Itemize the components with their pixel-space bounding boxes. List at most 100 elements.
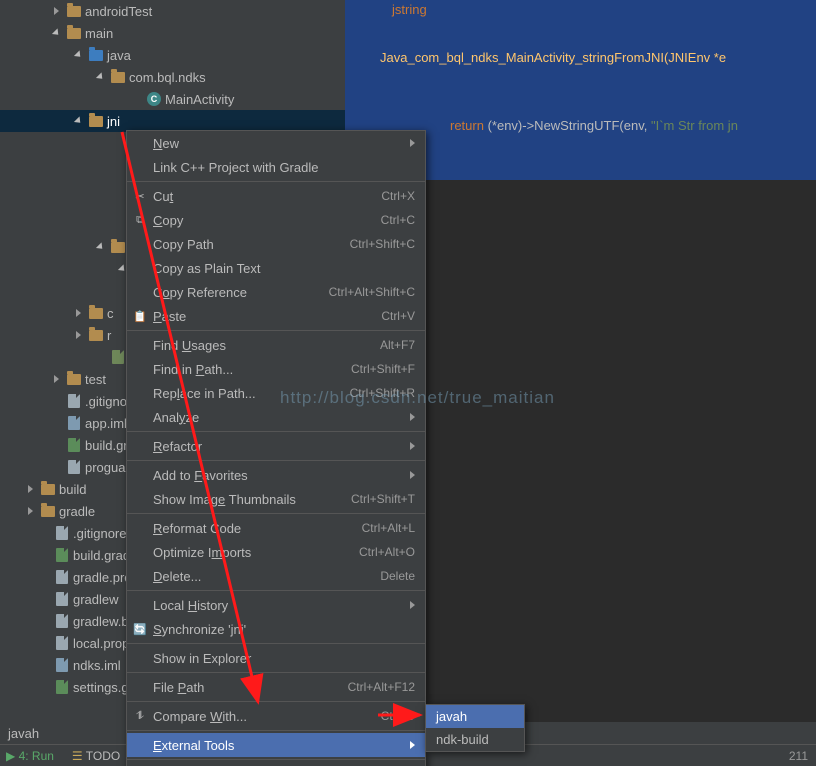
menu-item-local-history[interactable]: Local History bbox=[127, 593, 425, 617]
watermark: http://blog.csdn.net/true_maitian bbox=[280, 388, 555, 408]
menu-item-refactor[interactable]: Refactor bbox=[127, 434, 425, 458]
chevron-down-icon[interactable] bbox=[74, 116, 83, 125]
menu-item-paste[interactable]: 📋PasteCtrl+V bbox=[127, 304, 425, 328]
menu-item-find-in-path[interactable]: Find in Path...Ctrl+Shift+F bbox=[127, 357, 425, 381]
menu-shortcut: Ctrl+C bbox=[381, 213, 415, 227]
menu-item-file-path[interactable]: File PathCtrl+Alt+F12 bbox=[127, 675, 425, 699]
tree-item-label: app.iml bbox=[85, 416, 127, 431]
menu-icon: ⧉ bbox=[132, 212, 148, 228]
menu-item-external-tools[interactable]: External Tools bbox=[127, 733, 425, 757]
gr-icon bbox=[55, 548, 69, 562]
tree-item-java[interactable]: java bbox=[0, 44, 345, 66]
menu-label: Reformat Code bbox=[153, 521, 362, 536]
chevron-down-icon[interactable] bbox=[74, 50, 83, 59]
tree-item-main[interactable]: main bbox=[0, 22, 345, 44]
menu-label: New bbox=[153, 136, 406, 151]
menu-item-find-usages[interactable]: Find UsagesAlt+F7 bbox=[127, 333, 425, 357]
menu-item-add-to-favorites[interactable]: Add to Favorites bbox=[127, 463, 425, 487]
menu-icon: 📋 bbox=[132, 308, 148, 324]
tree-item-label: progua bbox=[85, 460, 125, 475]
menu-item-analyze[interactable]: Analyze bbox=[127, 405, 425, 429]
menu-item-copy[interactable]: ⧉CopyCtrl+C bbox=[127, 208, 425, 232]
tree-item-label: jni bbox=[107, 114, 120, 129]
tree-item-label: androidTest bbox=[85, 4, 152, 19]
chevron-right-icon[interactable] bbox=[28, 507, 33, 515]
class-icon: C bbox=[147, 92, 161, 106]
menu-shortcut: Ctrl+Shift+C bbox=[350, 237, 415, 251]
tree-item-label: c bbox=[107, 306, 114, 321]
chevron-down-icon[interactable] bbox=[96, 242, 105, 251]
tree-item-MainActivity[interactable]: CMainActivity bbox=[0, 88, 345, 110]
submenu-arrow-icon bbox=[410, 471, 415, 479]
tree-item-label: .gitignore bbox=[73, 526, 126, 541]
menu-item-copy-reference[interactable]: Copy ReferenceCtrl+Alt+Shift+C bbox=[127, 280, 425, 304]
menu-item-compare-with[interactable]: ⥮Compare With...Ctrl+D bbox=[127, 704, 425, 728]
menu-label: Show in Explorer bbox=[153, 651, 415, 666]
context-submenu[interactable]: javahndk-build bbox=[425, 704, 525, 752]
file-icon bbox=[67, 460, 81, 474]
menu-item-copy-path[interactable]: Copy PathCtrl+Shift+C bbox=[127, 232, 425, 256]
menu-label: File Path bbox=[153, 680, 348, 695]
tree-item-label: main bbox=[85, 26, 113, 41]
context-menu[interactable]: New Link C++ Project with Gradle ✂CutCtrl+… bbox=[126, 130, 426, 766]
tree-item-label: build bbox=[59, 482, 86, 497]
menu-shortcut: Ctrl+Alt+L bbox=[362, 521, 415, 535]
submenu-item-javah[interactable]: javah bbox=[426, 705, 524, 728]
file-icon bbox=[55, 636, 69, 650]
cursor-position: 211 bbox=[789, 749, 808, 763]
menu-item-new[interactable]: New bbox=[127, 131, 425, 155]
submenu-arrow-icon bbox=[410, 741, 415, 749]
menu-label: Find Usages bbox=[153, 338, 380, 353]
code-line: Java_com_bql_ndks_MainActivity_stringFro… bbox=[380, 50, 726, 65]
menu-label: Find in Path... bbox=[153, 362, 351, 377]
chevron-down-icon[interactable] bbox=[52, 28, 61, 37]
tree-item-com.bql.ndks[interactable]: com.bql.ndks bbox=[0, 66, 345, 88]
tree-item-label: test bbox=[85, 372, 106, 387]
menu-shortcut: Ctrl+X bbox=[381, 189, 415, 203]
menu-item-synchronize-jni[interactable]: 🔄 Synchronize 'jni' bbox=[127, 617, 425, 641]
menu-item-create-gist[interactable]: ⊕Create Gist... bbox=[127, 762, 425, 766]
submenu-arrow-icon bbox=[410, 442, 415, 450]
folder-icon bbox=[67, 26, 81, 40]
chevron-right-icon[interactable] bbox=[76, 331, 81, 339]
folder-icon bbox=[41, 482, 55, 496]
tree-item-label: gradlew bbox=[73, 592, 119, 607]
menu-icon: ✂ bbox=[132, 188, 148, 204]
chevron-right-icon[interactable] bbox=[76, 309, 81, 317]
tree-item-label: build.gr bbox=[85, 438, 128, 453]
chevron-right-icon[interactable] bbox=[28, 485, 33, 493]
menu-item-optimize-imports[interactable]: Optimize ImportsCtrl+Alt+O bbox=[127, 540, 425, 564]
menu-shortcut: Ctrl+Alt+F12 bbox=[348, 680, 415, 694]
code-line: return (*env)->NewStringUTF(env, "I`m St… bbox=[450, 118, 738, 133]
todo-tab[interactable]: ☰ TODO bbox=[72, 749, 120, 763]
menu-label: Synchronize 'jni' bbox=[153, 622, 415, 637]
submenu-arrow-icon bbox=[410, 139, 415, 147]
menu-item-cut[interactable]: ✂CutCtrl+X bbox=[127, 184, 425, 208]
tree-item-jni[interactable]: jni bbox=[0, 110, 345, 132]
folder-icon bbox=[111, 240, 125, 254]
chevron-down-icon[interactable] bbox=[96, 72, 105, 81]
iml-icon bbox=[67, 416, 81, 430]
tree-item-androidTest[interactable]: androidTest bbox=[0, 0, 345, 22]
file-icon bbox=[55, 614, 69, 628]
menu-label: Local History bbox=[153, 598, 406, 613]
chevron-right-icon[interactable] bbox=[54, 7, 59, 15]
run-tab[interactable]: 4: Run bbox=[6, 749, 54, 763]
menu-item-show-in-explorer[interactable]: Show in Explorer bbox=[127, 646, 425, 670]
folder-icon bbox=[89, 306, 103, 320]
folder-icon bbox=[111, 70, 125, 84]
menu-item-show-image-thumbnails[interactable]: Show Image ThumbnailsCtrl+Shift+T bbox=[127, 487, 425, 511]
folder-icon bbox=[89, 328, 103, 342]
submenu-item-ndk-build[interactable]: ndk-build bbox=[426, 728, 524, 751]
menu-label: Copy as Plain Text bbox=[153, 261, 415, 276]
menu-item-link-c-project-with-gradle[interactable]: Link C++ Project with Gradle bbox=[127, 155, 425, 179]
gr-icon bbox=[55, 680, 69, 694]
file-icon bbox=[55, 526, 69, 540]
menu-item-delete[interactable]: Delete...Delete bbox=[127, 564, 425, 588]
menu-item-reformat-code[interactable]: Reformat CodeCtrl+Alt+L bbox=[127, 516, 425, 540]
tree-item-label: ndks.iml bbox=[73, 658, 121, 673]
menu-item-copy-as-plain-text[interactable]: Copy as Plain Text bbox=[127, 256, 425, 280]
menu-label: Compare With... bbox=[153, 709, 381, 724]
menu-icon: 🔄 bbox=[132, 621, 148, 637]
chevron-right-icon[interactable] bbox=[54, 375, 59, 383]
